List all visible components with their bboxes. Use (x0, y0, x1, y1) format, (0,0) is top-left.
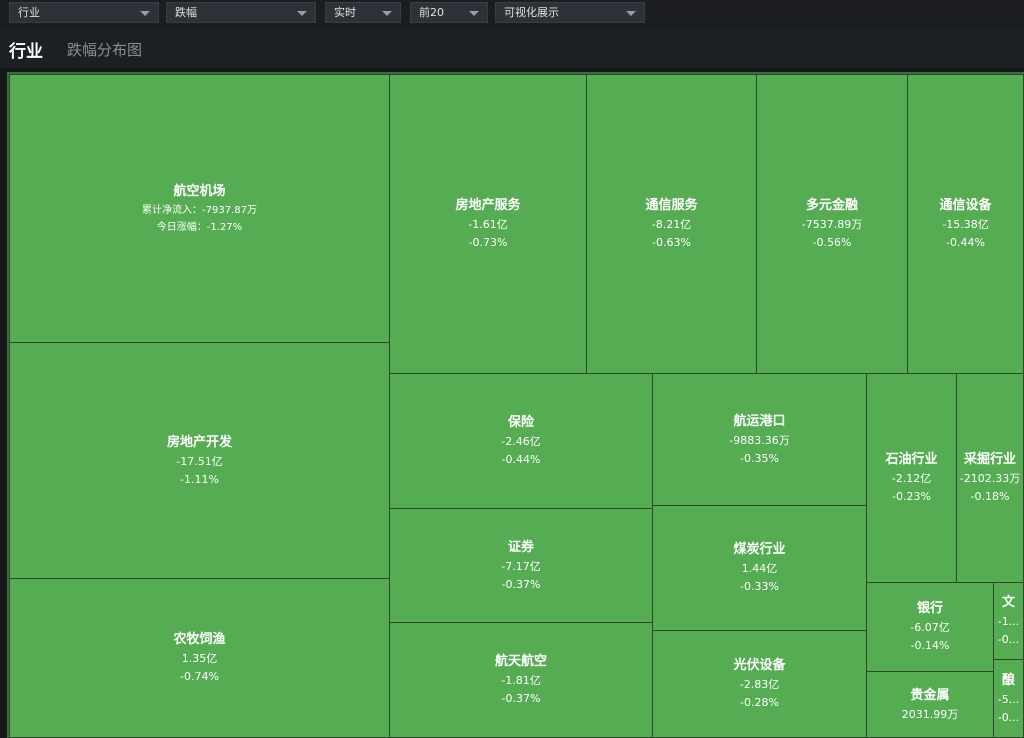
treemap-tile[interactable]: 光伏设备 -2.83亿 -0.28% (652, 630, 867, 738)
filter-sort-select[interactable]: 跌幅 (166, 2, 316, 23)
treemap: 航空机场 累计净流入：-7937.87万 今日涨幅：-1.27% 房地产开发 -… (7, 72, 1024, 738)
treemap-tile[interactable]: 酿 -5... -0... (993, 659, 1024, 738)
tile-change: -0.74% (180, 670, 219, 683)
treemap-tile[interactable]: 煤炭行业 1.44亿 -0.33% (652, 505, 867, 631)
tile-name: 航空机场 (173, 183, 226, 199)
treemap-tile[interactable]: 证券 -7.17亿 -0.37% (389, 508, 653, 623)
filter-period-value: 实时 (334, 6, 356, 19)
treemap-tile[interactable]: 银行 -6.07亿 -0.14% (866, 582, 994, 672)
filter-period-select[interactable]: 实时 (325, 2, 401, 23)
tile-name: 证券 (507, 539, 534, 555)
filter-view-value: 可视化展示 (504, 6, 559, 19)
tile-net-inflow: -2102.33万 (959, 472, 1021, 485)
tile-net-inflow: -8.21亿 (651, 218, 692, 231)
chevron-down-icon (382, 11, 392, 16)
tile-change: -0.35% (740, 451, 779, 465)
filter-bar: 行业 跌幅 实时 前20 可视化展示 (0, 0, 1024, 28)
tile-name: 通信服务 (645, 198, 698, 213)
tile-net-inflow: 累计净流入：-7937.87万 (142, 204, 257, 216)
tile-change: -0.18% (970, 490, 1010, 503)
treemap-tile[interactable]: 农牧饲渔 1.35亿 -0.74% (9, 578, 390, 738)
tile-change: -0.56% (812, 236, 852, 249)
tile-name: 农牧饲渔 (173, 632, 226, 647)
tile-name: 酿 (1001, 672, 1015, 688)
treemap-tile[interactable]: 石油行业 -2.12亿 -0.23% (866, 373, 957, 583)
tile-name: 保险 (507, 415, 534, 430)
chevron-down-icon (469, 11, 479, 16)
tile-change: -0.23% (892, 490, 931, 503)
title-bar: 行业 跌幅分布图 (0, 28, 1024, 68)
treemap-tile[interactable]: 通信服务 -8.21亿 -0.63% (586, 74, 757, 374)
tile-change: -0.44% (501, 453, 541, 466)
treemap-tile[interactable]: 贵金属 2031.99万 (866, 671, 994, 738)
tile-net-inflow: -1... (997, 615, 1020, 628)
filter-view-select[interactable]: 可视化展示 (495, 2, 645, 23)
tile-name: 房地产服务 (455, 198, 521, 213)
tile-change: -0.28% (740, 696, 779, 709)
tile-net-inflow: -9883.36万 (729, 433, 790, 447)
tile-name: 通信设备 (939, 198, 992, 213)
tile-change: -0.44% (946, 236, 985, 249)
page-subtitle: 跌幅分布图 (67, 41, 143, 59)
tile-net-inflow: -1.81亿 (501, 674, 541, 687)
tile-name: 文 (1001, 595, 1015, 610)
filter-topn-value: 前20 (419, 6, 444, 19)
filter-sort-value: 跌幅 (175, 6, 197, 19)
page-title: 行业 (9, 42, 43, 62)
tile-net-inflow: 1.44亿 (741, 562, 778, 575)
tile-net-inflow: -7.17亿 (501, 559, 541, 573)
tile-name: 光伏设备 (733, 658, 786, 673)
tile-change: -0.33% (740, 580, 779, 593)
tile-net-inflow: -5... (997, 692, 1020, 706)
filter-category-select[interactable]: 行业 (9, 2, 159, 23)
treemap-tile[interactable]: 多元金融 -7537.89万 -0.56% (756, 74, 908, 374)
tile-net-inflow: -6.07亿 (910, 621, 950, 634)
tile-name: 航天航空 (494, 654, 547, 669)
tile-change: -0.63% (652, 236, 691, 249)
tile-net-inflow: -2.46亿 (501, 435, 541, 448)
tile-name: 石油行业 (885, 452, 938, 467)
treemap-tile[interactable]: 房地产服务 -1.61亿 -0.73% (389, 74, 587, 374)
filter-category-value: 行业 (18, 6, 40, 19)
tile-change: -0... (997, 633, 1020, 646)
treemap-tile[interactable]: 航天航空 -1.81亿 -0.37% (389, 622, 653, 738)
tile-change: -0.37% (501, 692, 541, 705)
tile-change: -0... (997, 710, 1020, 724)
tile-name: 航运港口 (733, 413, 786, 429)
treemap-tile[interactable]: 航运港口 -9883.36万 -0.35% (652, 373, 867, 506)
tile-net-inflow: -15.38亿 (942, 218, 989, 231)
tile-name: 房地产开发 (166, 434, 232, 450)
tile-net-inflow: 2031.99万 (901, 707, 959, 721)
tile-change: -1.11% (180, 472, 219, 486)
tile-net-inflow: 1.35亿 (181, 652, 218, 665)
tile-name: 贵金属 (910, 687, 950, 703)
tile-name: 银行 (916, 601, 943, 616)
tile-change: 今日涨幅：-1.27% (156, 221, 243, 233)
treemap-tile[interactable]: 通信设备 -15.38亿 -0.44% (907, 74, 1024, 374)
tile-net-inflow: -1.61亿 (468, 218, 508, 231)
tile-name: 采掘行业 (963, 452, 1016, 467)
chevron-down-icon (626, 11, 636, 16)
tile-net-inflow: -2.12亿 (891, 472, 932, 485)
tile-net-inflow: -2.83亿 (739, 678, 780, 691)
tile-change: -0.14% (910, 639, 950, 652)
tile-name: 煤炭行业 (733, 542, 786, 557)
treemap-tile[interactable]: 航空机场 累计净流入：-7937.87万 今日涨幅：-1.27% (9, 74, 390, 343)
tile-name: 多元金融 (805, 198, 858, 213)
filter-topn-select[interactable]: 前20 (410, 2, 488, 23)
tile-net-inflow: -17.51亿 (176, 454, 223, 468)
treemap-tile[interactable]: 文 -1... -0... (993, 582, 1024, 660)
chevron-down-icon (297, 11, 307, 16)
tile-change: -0.73% (468, 236, 508, 249)
treemap-tile[interactable]: 保险 -2.46亿 -0.44% (389, 373, 653, 509)
tile-change: -0.37% (501, 577, 541, 591)
chevron-down-icon (140, 11, 150, 16)
treemap-tile[interactable]: 房地产开发 -17.51亿 -1.11% (9, 342, 390, 579)
tile-net-inflow: -7537.89万 (801, 218, 863, 231)
treemap-tile[interactable]: 采掘行业 -2102.33万 -0.18% (956, 373, 1024, 583)
